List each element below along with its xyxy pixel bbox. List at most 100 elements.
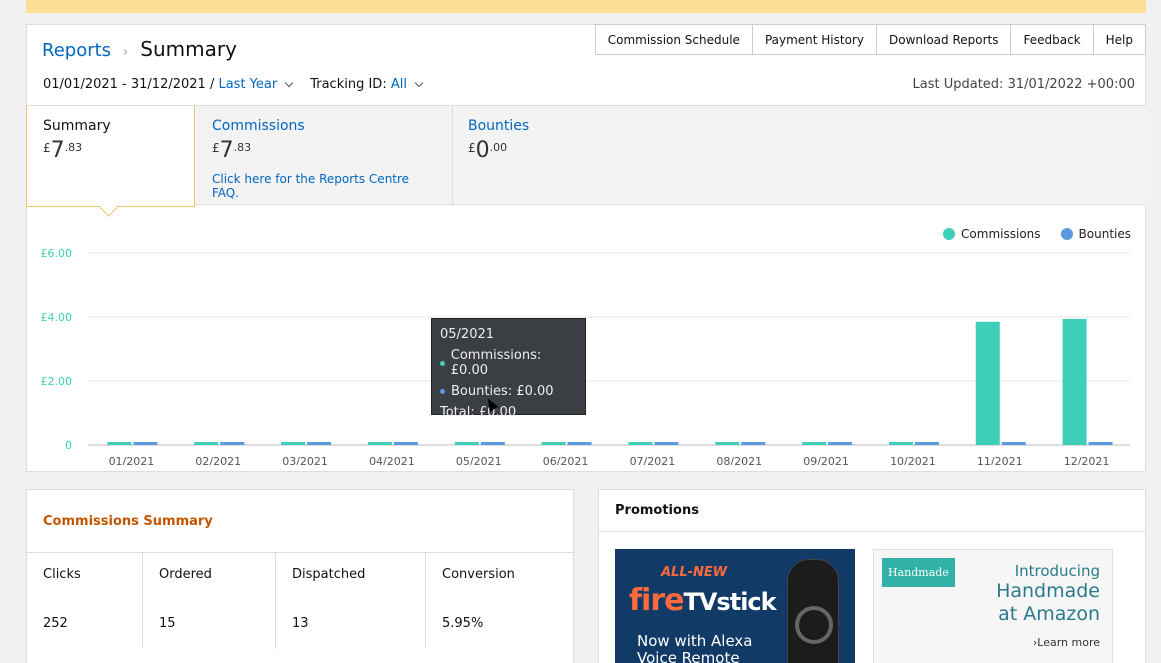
x-tick-label: 10/2021 (890, 455, 936, 465)
bar-commissions (107, 442, 132, 445)
chevron-down-icon[interactable] (284, 78, 294, 88)
summary-amount: £7.83 (43, 140, 178, 162)
x-tick-label: 07/2021 (630, 455, 676, 465)
handmade-promo-banner[interactable]: Handmade Introducing Handmade at Amazon … (873, 549, 1113, 663)
commissions-summary-panel: Commissions Summary Clicks 252 Ordered 1… (26, 489, 574, 663)
bar-bounties (741, 442, 766, 445)
tab-bounties[interactable]: Bounties £0.00 (452, 106, 708, 206)
tab-bounties-label[interactable]: Bounties (468, 118, 692, 134)
download-reports-button[interactable]: Download Reports (875, 24, 1012, 55)
tooltip-bounties-text: Bounties: £0.00 (451, 384, 554, 399)
y-tick-label: £2.00 (41, 375, 73, 388)
bar-bounties (220, 442, 245, 445)
legend-label: Commissions (961, 227, 1041, 241)
currency-symbol: £ (468, 141, 476, 155)
handmade-headline: Introducing Handmade at Amazon (996, 562, 1100, 626)
tooltip-commissions-text: Commissions: £0.00 (450, 348, 542, 378)
amount-whole: 7 (219, 138, 234, 163)
bar-commissions (975, 321, 1000, 445)
tab-commissions[interactable]: Commissions £7.83 Click here for the Rep… (196, 106, 452, 206)
bar-bounties (393, 442, 418, 445)
feedback-button[interactable]: Feedback (1010, 24, 1094, 55)
date-range: 01/01/2021 - 31/12/2021 / (43, 77, 215, 92)
amount-whole: 7 (50, 138, 65, 163)
bar-bounties (480, 442, 505, 445)
handmade-line3: at Amazon (998, 602, 1100, 625)
handmade-line2: Handmade (996, 580, 1100, 602)
bar-commissions (715, 442, 740, 445)
stat-conversion: Conversion 5.95% (426, 553, 573, 649)
tooltip-commissions: Commissions: £0.00 (440, 348, 577, 378)
bar-commissions (541, 442, 566, 445)
tooltip-dot-icon (440, 389, 445, 394)
summary-card: Reports › Summary Commission Schedule Pa… (26, 24, 1146, 472)
period-dropdown[interactable]: Last Year (218, 77, 277, 92)
legend-label: Bounties (1078, 227, 1131, 241)
stat-value: 252 (43, 616, 68, 631)
x-tick-label: 04/2021 (369, 455, 415, 465)
last-updated: Last Updated: 31/01/2022 +00:00 (912, 77, 1135, 92)
legend-bounties[interactable]: Bounties (1060, 227, 1131, 241)
currency-symbol: £ (212, 141, 220, 155)
stat-value: 15 (159, 616, 176, 631)
amount-decimal: .83 (233, 141, 252, 154)
legend-commissions[interactable]: Commissions (943, 227, 1041, 241)
fire-tv-promo-banner[interactable]: ALL-NEW fireTVstick Now with Alexa Voice… (615, 549, 855, 663)
chart-svg: 0 £2.00 £4.00 £6.00 01/2021 02/2021 03/2021 04/… (41, 247, 1130, 468)
bar-commissions (194, 442, 219, 445)
stat-ordered: Ordered 15 (143, 553, 276, 649)
tab-commissions-label[interactable]: Commissions (212, 118, 436, 134)
bar-bounties (1088, 442, 1113, 445)
stat-value: 13 (292, 616, 309, 631)
faq-link[interactable]: Click here for the Reports Centre FAQ. (212, 172, 436, 200)
bar-bounties (914, 442, 939, 445)
tab-summary-label: Summary (43, 118, 111, 134)
earnings-chart: Commissions Bounties 0 £2.00 £4.00 £6.00 01/… (27, 215, 1147, 468)
stat-label: Ordered (159, 567, 212, 582)
bar-commissions (802, 442, 827, 445)
tab-summary[interactable]: Summary £7.83 (26, 106, 195, 207)
y-tick-label: 0 (65, 439, 72, 452)
legend-dot-icon (943, 228, 956, 240)
x-tick-label: 08/2021 (716, 455, 762, 465)
stat-label: Clicks (43, 567, 81, 582)
notice-banner (26, 0, 1146, 13)
bar-commissions (628, 442, 653, 445)
breadcrumb: Reports › Summary (42, 37, 237, 61)
help-button[interactable]: Help (1092, 24, 1146, 55)
x-tick-label: 12/2021 (1064, 455, 1110, 465)
bar-commissions (888, 442, 913, 445)
stats-row: Clicks 252 Ordered 15 Dispatched 13 Conv… (27, 553, 573, 649)
amount-decimal: .00 (489, 141, 508, 154)
stat-label: Conversion (442, 567, 515, 582)
chart-tooltip: 05/2021 Commissions: £0.00 Bounties: £0.… (431, 318, 586, 420)
breadcrumb-reports-link[interactable]: Reports (42, 40, 111, 61)
x-tick-label: 11/2021 (977, 455, 1023, 465)
bar-bounties (567, 442, 592, 445)
x-tick-label: 03/2021 (282, 455, 328, 465)
commission-schedule-button[interactable]: Commission Schedule (594, 24, 753, 55)
learn-more-link[interactable]: ›Learn more (1033, 636, 1100, 649)
tracking-id-dropdown[interactable]: All (391, 77, 407, 92)
fire-tv-logo: fireTVstick (629, 583, 777, 618)
bounties-amount: £0.00 (468, 140, 692, 162)
bar-commissions (1062, 318, 1087, 445)
bar-commissions (454, 442, 479, 445)
top-nav: Commission Schedule Payment History Down… (594, 24, 1146, 55)
x-tick-label: 06/2021 (543, 455, 589, 465)
bar-commissions (281, 442, 306, 445)
tooltip-title: 05/2021 (440, 327, 495, 342)
chart-legend: Commissions Bounties (923, 227, 1131, 241)
payment-history-button[interactable]: Payment History (751, 24, 877, 55)
fire-promo-tag: ALL-NEW (661, 565, 728, 580)
legend-dot-icon (1060, 228, 1073, 240)
stat-dispatched: Dispatched 13 (276, 553, 426, 649)
amount-decimal: .83 (64, 141, 83, 154)
summary-tabs: Summary £7.83 Commissions £7.83 Click he… (26, 105, 1146, 207)
bar-bounties (1001, 442, 1026, 445)
filter-row: 01/01/2021 - 31/12/2021 / Last Year Trac… (43, 77, 430, 92)
chevron-down-icon[interactable] (414, 78, 424, 88)
page-title: Summary (140, 37, 237, 61)
bar-bounties (654, 442, 679, 445)
remote-control-icon (787, 559, 839, 663)
